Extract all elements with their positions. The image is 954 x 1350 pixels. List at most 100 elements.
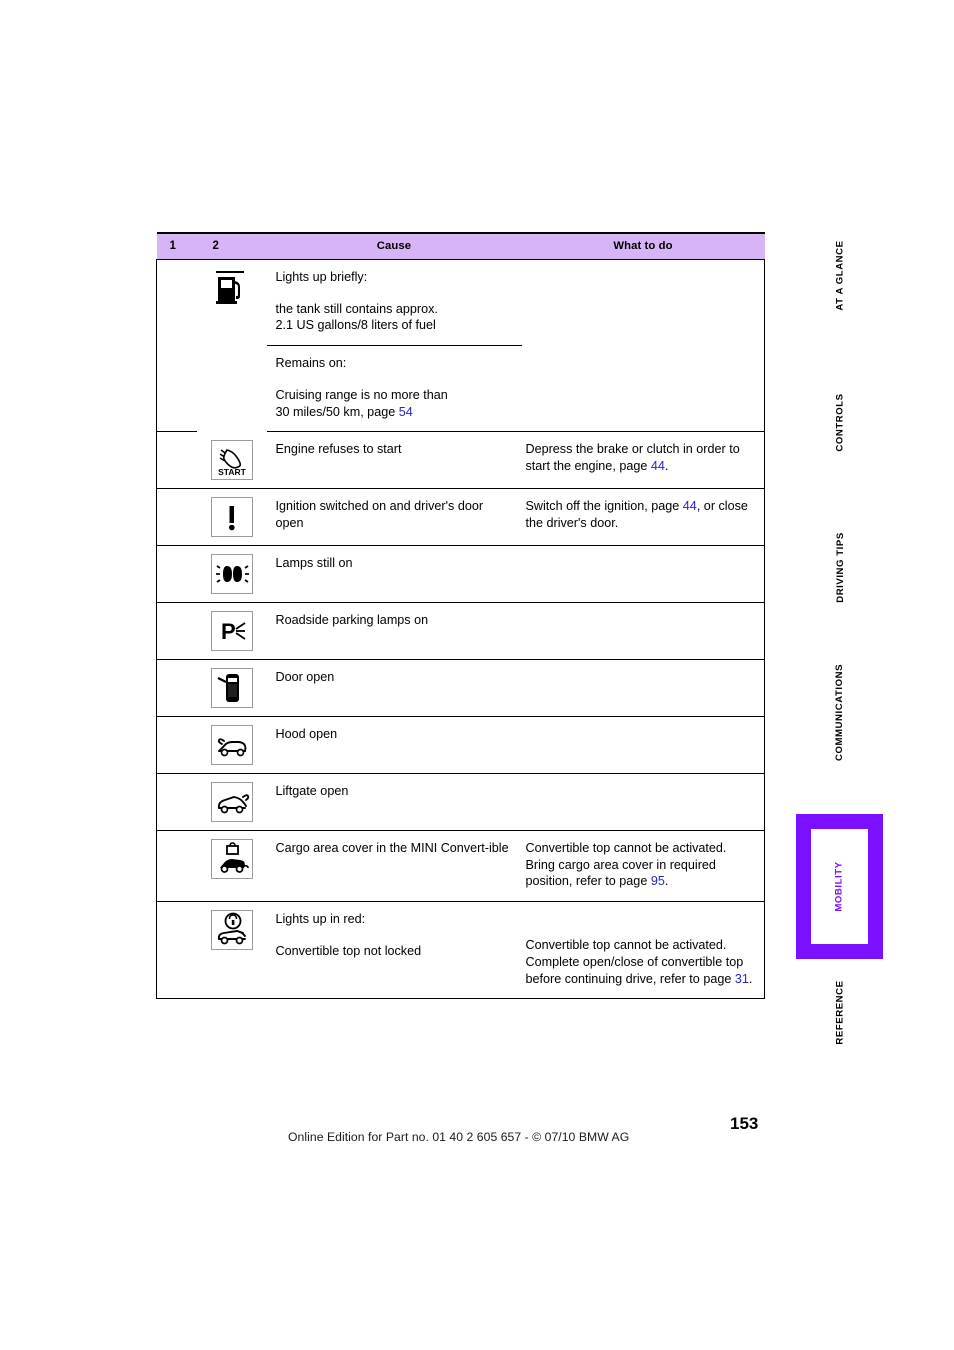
start-hand-icon: START — [210, 439, 253, 480]
section-tabs-sidebar: AT A GLANCE CONTROLS DRIVING TIPS COMMUN… — [780, 232, 920, 1072]
cause-text-line1: Lights up in red: — [275, 912, 366, 927]
table-row: START Engine refuses to start Depress th… — [156, 431, 765, 489]
page-reference-link[interactable]: 95 — [651, 874, 665, 888]
parking-lamp-icon: P — [210, 610, 253, 651]
table-row: P Roadside parking lamps on — [156, 602, 765, 660]
cause-cell: Hood open — [266, 716, 522, 774]
table-header: 1 2 Cause What to do — [156, 232, 765, 260]
whattodo-text-pre: Convertible top cannot be activated. Com… — [525, 938, 744, 986]
table-row: Cargo area cover in the MINI Convert-ibl… — [156, 830, 765, 903]
icon-cell — [196, 545, 267, 603]
table-header-row: 1 2 Cause What to do — [156, 232, 765, 260]
icon-cell — [196, 716, 267, 774]
cause-cell: Remains on: Cruising range is no more th… — [266, 345, 522, 433]
row-marker-cell — [156, 716, 197, 774]
cause-cell: Door open — [266, 659, 522, 717]
cause-text-line2: the tank still contains approx. — [275, 301, 438, 316]
whattodo-cell — [521, 602, 765, 660]
whattodo-text-post: . — [664, 459, 669, 474]
svg-text:START: START — [218, 467, 247, 477]
sidebar-tab-driving-tips[interactable]: DRIVING TIPS — [780, 532, 900, 603]
cause-text: Cargo area cover in the MINI Convert-ibl… — [275, 840, 509, 855]
table-row: Ignition switched on and driver's door o… — [156, 488, 765, 546]
table-row: Liftgate open — [156, 773, 765, 831]
row-marker-cell — [156, 431, 197, 489]
sidebar-tab-controls[interactable]: CONTROLS — [780, 393, 900, 451]
hood-open-icon — [210, 724, 253, 765]
cargo-cover-icon — [210, 838, 253, 879]
icon-cell: START — [196, 431, 267, 489]
icon-cell — [197, 260, 267, 432]
table-row: Door open — [156, 659, 765, 717]
whattodo-cell: Depress the brake or clutch in order to … — [521, 431, 765, 489]
sidebar-tab-mobility[interactable]: MOBILITY — [796, 814, 883, 959]
convertible-lock-icon — [210, 910, 253, 951]
whattodo-cell — [521, 773, 765, 831]
table-body: Lights up briefly: the tank still contai… — [156, 259, 765, 1000]
whattodo-cell — [521, 259, 765, 346]
cause-text-line3: 30 miles/50 km, page — [275, 404, 399, 419]
sidebar-tab-label: DRIVING TIPS — [834, 532, 846, 603]
cause-text-line2: Cruising range is no more than — [275, 387, 448, 402]
cause-text: Ignition switched on and driver's door o… — [275, 498, 484, 530]
headlamps-on-icon — [210, 553, 253, 594]
footer-edition-text: Online Edition for Part no. 01 40 2 605 … — [288, 1130, 630, 1144]
whattodo-cell — [521, 545, 765, 603]
sidebar-tab-label: CONTROLS — [834, 393, 846, 452]
cause-text: Liftgate open — [275, 783, 349, 798]
cause-cell: Lights up in red: Convertible top not lo… — [266, 901, 522, 1000]
liftgate-open-icon — [210, 781, 253, 822]
sidebar-tab-label: MOBILITY — [833, 861, 845, 912]
icon-cell — [196, 773, 267, 831]
table-row: Lights up briefly: the tank still contai… — [156, 259, 765, 346]
cause-cell: Lights up briefly: the tank still contai… — [267, 260, 522, 346]
sidebar-tab-label: REFERENCE — [834, 980, 846, 1045]
cause-cell: Ignition switched on and driver's door o… — [266, 488, 522, 546]
icon-cell — [196, 901, 267, 1000]
whattodo-text-post: . — [748, 971, 753, 986]
whattodo-text-post: . — [664, 874, 669, 889]
whattodo-cell — [521, 345, 765, 433]
cause-cell: Roadside parking lamps on — [266, 602, 522, 660]
sidebar-tab-at-a-glance[interactable]: AT A GLANCE — [780, 240, 900, 310]
cause-text: Door open — [275, 669, 335, 684]
sidebar-tab-communications[interactable]: COMMUNICATIONS — [780, 664, 900, 761]
page-number: 153 — [730, 1114, 759, 1133]
sidebar-tab-mobility-inner: MOBILITY — [811, 829, 868, 944]
table-row: Hood open — [156, 716, 765, 774]
whattodo-cell: Switch off the ignition, page 44, or clo… — [521, 488, 765, 546]
icon-cell — [196, 659, 267, 717]
whattodo-text-pre: Depress the brake or clutch in order to … — [525, 442, 740, 474]
icon-cell — [196, 488, 267, 546]
whattodo-text-pre: Switch off the ignition, page — [525, 498, 683, 513]
cause-text: Engine refuses to start — [275, 442, 402, 457]
table-row: Lamps still on — [156, 545, 765, 603]
cause-text-line3: 2.1 US gallons/8 liters of fuel — [275, 318, 436, 333]
page-reference-link[interactable]: 54 — [399, 405, 413, 419]
row-marker-cell — [156, 901, 197, 1000]
row-marker-cell — [156, 545, 197, 603]
exclamation-icon — [210, 496, 253, 537]
whattodo-cell — [521, 659, 765, 717]
row-marker-cell — [156, 345, 197, 433]
column-header-2: 2 — [196, 232, 267, 260]
cause-text: Roadside parking lamps on — [275, 612, 429, 627]
page-reference-link[interactable]: 31 — [735, 972, 749, 986]
column-header-1: 1 — [156, 232, 197, 260]
fuel-pump-icon — [210, 268, 253, 308]
sidebar-tab-reference[interactable]: REFERENCE — [780, 980, 900, 1044]
whattodo-cell: Convertible top cannot be activated. Com… — [521, 901, 765, 1000]
cause-cell: Cargo area cover in the MINI Convert-ibl… — [266, 830, 522, 903]
cause-text: Lamps still on — [275, 555, 353, 570]
whattodo-cell — [521, 716, 765, 774]
cause-text-line1: Lights up briefly: — [275, 270, 368, 284]
column-header-whattodo: What to do — [521, 232, 765, 260]
svg-text:P: P — [221, 619, 236, 644]
door-open-icon — [210, 667, 253, 708]
cause-cell: Engine refuses to start — [266, 431, 522, 489]
row-marker-cell — [156, 773, 197, 831]
page-reference-link[interactable]: 44 — [683, 499, 697, 513]
table: 1 2 Cause What to do Lights up briefly: … — [156, 232, 765, 1000]
page-reference-link[interactable]: 44 — [651, 459, 665, 473]
sidebar-tab-label: COMMUNICATIONS — [834, 663, 846, 762]
